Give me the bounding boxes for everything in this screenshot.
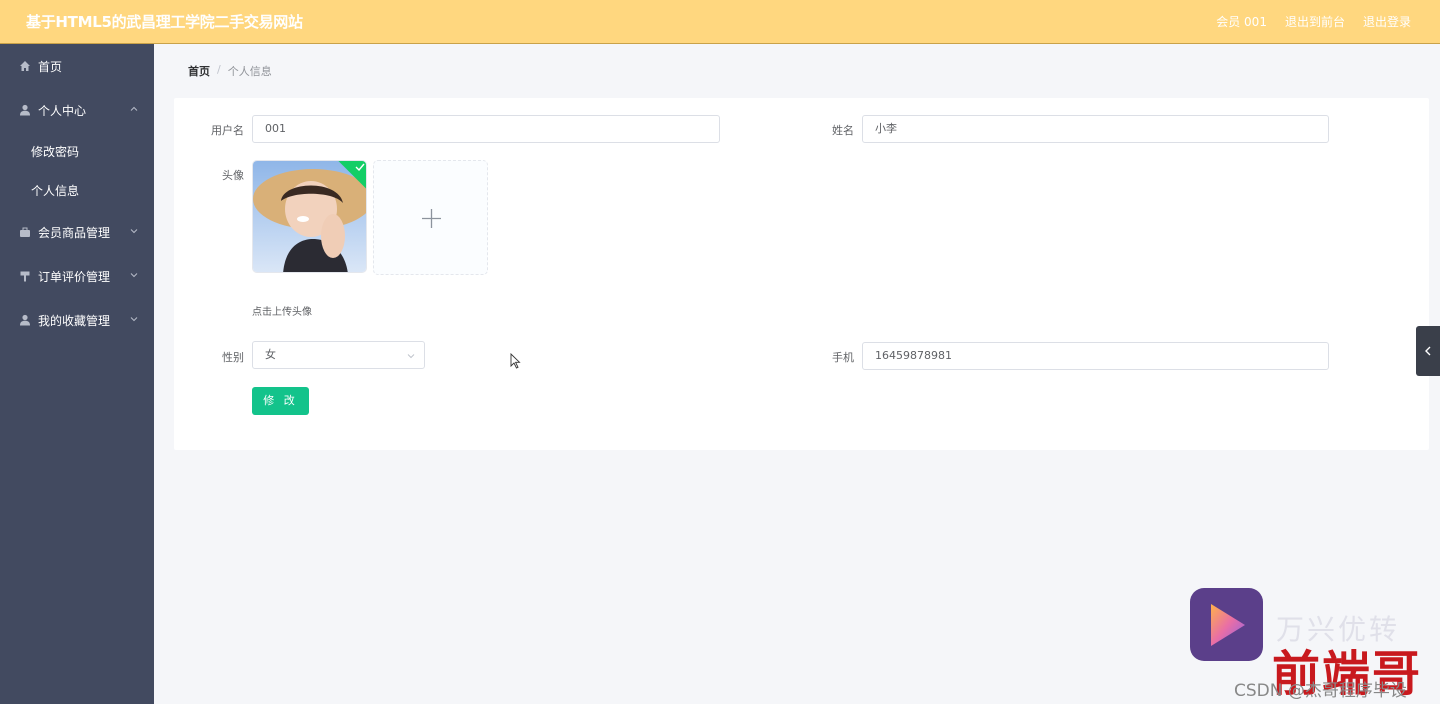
home-icon <box>19 60 31 72</box>
mouse-cursor-icon <box>510 353 521 369</box>
gender-select-value: 女 <box>265 348 276 361</box>
submit-button[interactable]: 修 改 <box>252 387 309 415</box>
breadcrumb-separator: / <box>217 63 221 76</box>
watermark-csdn: CSDN @杰哥程序毕设 <box>1234 681 1407 701</box>
username-field[interactable]: 001 <box>252 115 720 143</box>
breadcrumb-current: 个人信息 <box>227 65 272 78</box>
phone-label: 手机 <box>832 351 854 364</box>
upload-tip: 点击上传头像 <box>252 307 312 318</box>
briefcase-icon <box>19 226 31 238</box>
avatar-upload-button[interactable] <box>373 160 488 275</box>
avatar[interactable] <box>252 160 367 273</box>
phone-field[interactable]: 16459878981 <box>862 342 1329 370</box>
sidebar-item-home[interactable]: 首页 <box>0 44 154 88</box>
chevron-down-icon <box>407 354 415 359</box>
gender-select[interactable]: 女 <box>252 341 425 369</box>
sidebar-item-label: 会员商品管理 <box>38 225 111 240</box>
user-icon <box>19 104 31 116</box>
sidebar-subitem-change-password[interactable]: 修改密码 <box>0 132 154 171</box>
chevron-left-icon <box>1425 346 1431 356</box>
sidebar-item-order-review[interactable]: 订单评价管理 <box>0 254 154 298</box>
plus-icon <box>422 209 441 228</box>
profile-form-card: 用户名 001 姓名 小李 头像 点击上传头像 性别 女 手机 16459878… <box>174 98 1429 450</box>
watermark-logo <box>1190 588 1263 661</box>
pin-icon <box>19 270 31 282</box>
top-header: 基于HTML5的武昌理工学院二手交易网站 会员 001 退出到前台 退出登录 <box>0 0 1440 44</box>
chevron-down-icon <box>130 229 138 234</box>
exit-to-front-link[interactable]: 退出到前台 <box>1285 13 1345 30</box>
sidebar-item-personal-center[interactable]: 个人中心 <box>0 88 154 132</box>
header-nav: 会员 001 退出到前台 退出登录 <box>1216 13 1411 30</box>
sidebar-item-label: 订单评价管理 <box>38 269 111 284</box>
sidebar-menu: 首页 个人中心 修改密码 个人信息 会员商品管理 订单评价管理 我的收藏管理 <box>0 44 154 704</box>
name-label: 姓名 <box>832 124 854 137</box>
sidebar-item-label: 个人中心 <box>38 103 87 118</box>
sidebar-item-favorites[interactable]: 我的收藏管理 <box>0 298 154 342</box>
chevron-down-icon <box>130 317 138 322</box>
name-field[interactable]: 小李 <box>862 115 1329 143</box>
breadcrumb-home[interactable]: 首页 <box>188 63 210 79</box>
avatar-label: 头像 <box>222 169 244 182</box>
avatar-photo <box>253 161 366 272</box>
sidebar-item-member-goods[interactable]: 会员商品管理 <box>0 210 154 254</box>
sidebar-item-label: 我的收藏管理 <box>38 313 111 328</box>
sidebar-subitem-personal-info[interactable]: 个人信息 <box>0 171 154 210</box>
user-icon <box>19 314 31 326</box>
chevron-up-icon <box>130 106 138 111</box>
username-label: 用户名 <box>211 124 244 137</box>
breadcrumb: 首页 / 个人信息 <box>188 63 272 79</box>
sidebar-item-label: 首页 <box>38 59 63 74</box>
gender-label: 性别 <box>222 351 244 364</box>
logout-link[interactable]: 退出登录 <box>1363 13 1411 30</box>
panel-toggle-button[interactable] <box>1416 326 1440 376</box>
check-icon <box>355 163 365 171</box>
play-logo-icon <box>1211 604 1245 646</box>
chevron-down-icon <box>130 273 138 278</box>
site-title: 基于HTML5的武昌理工学院二手交易网站 <box>26 13 303 31</box>
user-name-link[interactable]: 会员 001 <box>1216 13 1267 30</box>
